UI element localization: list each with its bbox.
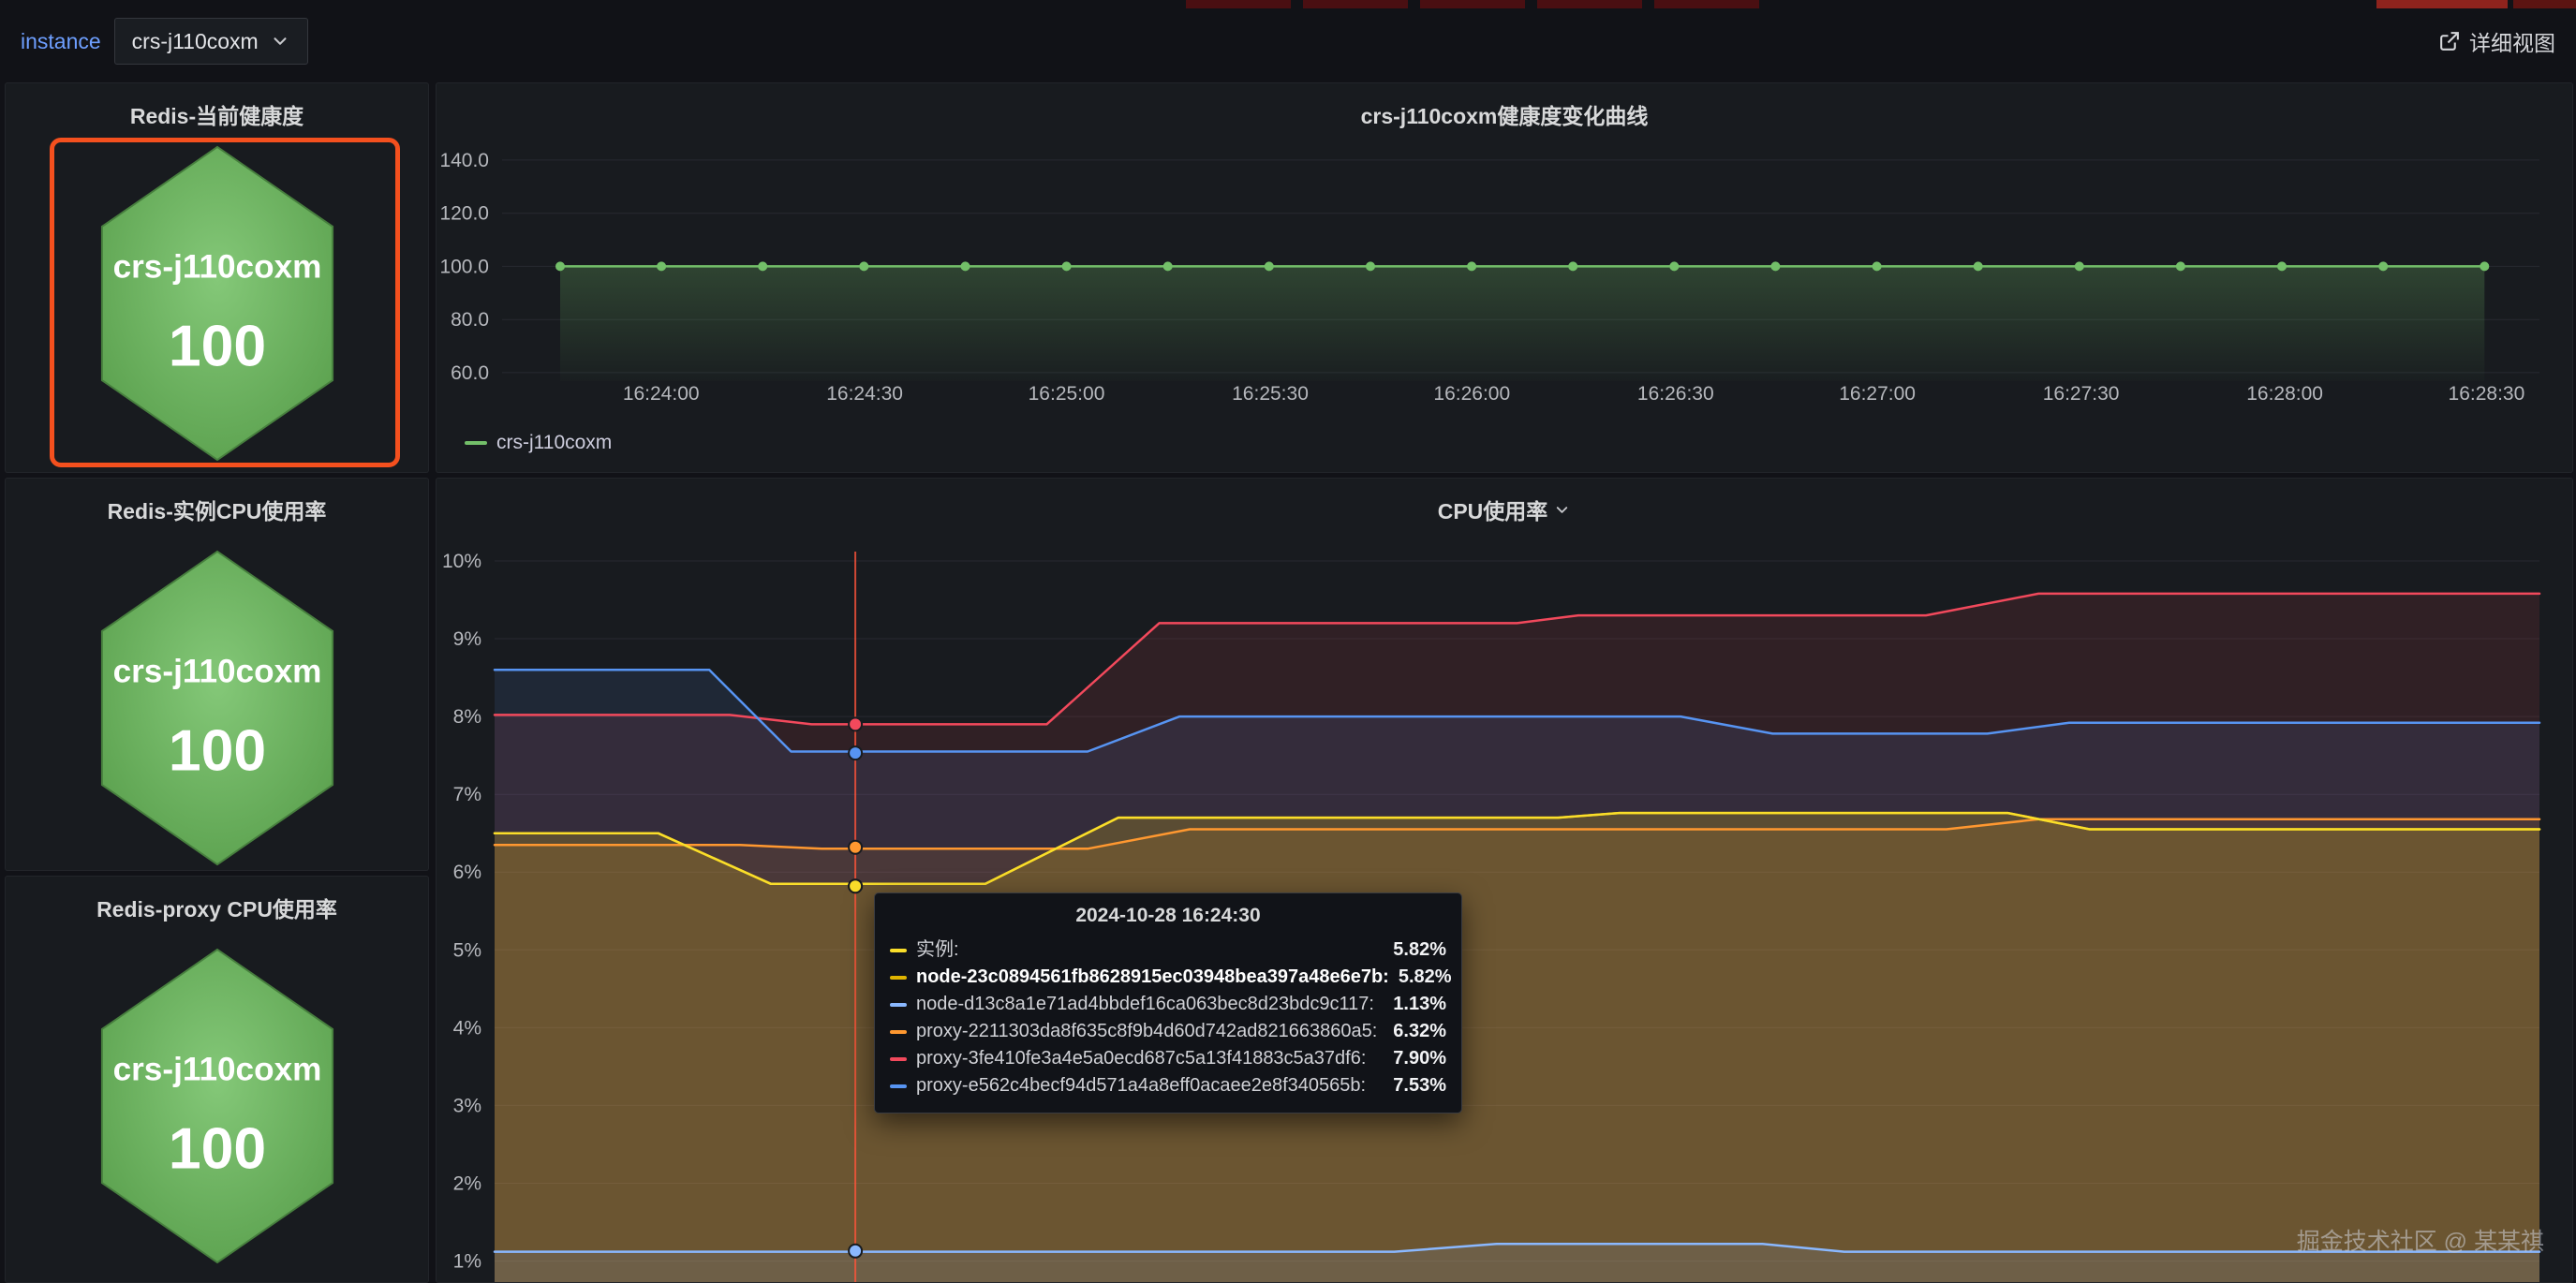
tooltip-series-label: proxy-3fe410fe3a4e5a0ecd687c5a13f41883c5… — [916, 1045, 1366, 1072]
svg-text:6%: 6% — [453, 862, 481, 883]
svg-text:60.0: 60.0 — [451, 362, 489, 384]
tooltip-series-value: 5.82% — [1399, 964, 1452, 991]
tooltip-series-value: 5.82% — [1393, 936, 1446, 964]
cutoff-panel — [1303, 0, 1408, 8]
hexagon-stat[interactable]: crs-j110coxm 100 — [98, 946, 336, 1266]
panel-redis-current-health: Redis-当前健康度 crs-j110coxm 100 — [5, 82, 429, 473]
health-line-chart: 140.0 120.0 100.0 80.0 60.0 16:24:00 16:24:30 1… — [437, 83, 2574, 472]
tooltip-series-value: 6.32% — [1393, 1018, 1446, 1045]
svg-text:16:24:30: 16:24:30 — [826, 383, 903, 405]
tooltip-row: proxy-e562c4becf94d571a4a8eff0acaee2e8f3… — [890, 1072, 1446, 1099]
tooltip-series-label: 实例: — [916, 936, 959, 964]
hexagon-shape[interactable] — [102, 552, 333, 864]
panel-redis-proxy-cpu: Redis-proxy CPU使用率 crs-j110coxm 100 — [5, 876, 429, 1283]
cutoff-panel — [2376, 0, 2508, 8]
svg-text:2%: 2% — [453, 1173, 481, 1195]
svg-text:16:24:00: 16:24:00 — [623, 383, 700, 405]
svg-text:16:28:30: 16:28:30 — [2449, 383, 2525, 405]
svg-text:140.0: 140.0 — [439, 150, 489, 171]
detail-view-label: 详细视图 — [2469, 25, 2555, 57]
svg-text:16:27:00: 16:27:00 — [1839, 383, 1916, 405]
series-color-dash — [890, 976, 907, 980]
legend-item[interactable]: crs-j110coxm — [465, 432, 612, 454]
tooltip-series-label: node-23c0894561fb8628915ec03948bea397a48… — [916, 964, 1389, 991]
tooltip-timestamp: 2024-10-28 16:24:30 — [890, 905, 1446, 927]
chart-tooltip: 2024-10-28 16:24:30 实例:5.82%node-23c0894… — [874, 892, 1462, 1113]
cutoff-panel — [2513, 0, 2576, 8]
panel-health-curve: crs-j110coxm健康度变化曲线 140.0120.0100.080.06… — [436, 82, 2573, 473]
hexagon-shape[interactable] — [102, 950, 333, 1262]
panel-title[interactable]: Redis-当前健康度 — [6, 98, 428, 130]
series-color-dash — [890, 1003, 907, 1007]
tooltip-row: node-d13c8a1e71ad4bbdef16ca063bec8d23bdc… — [890, 991, 1446, 1018]
hexagon-value: 100 — [169, 313, 266, 378]
watermark: 掘金技术社区 @ 某某祺 — [2297, 1223, 2544, 1257]
panel-title[interactable]: Redis-实例CPU使用率 — [6, 494, 428, 525]
svg-text:80.0: 80.0 — [451, 309, 489, 331]
series-color-dash — [890, 1057, 907, 1061]
instance-variable-value: crs-j110coxm — [132, 29, 259, 54]
tooltip-series-label: node-d13c8a1e71ad4bbdef16ca063bec8d23bdc… — [916, 991, 1374, 1018]
svg-text:8%: 8% — [453, 706, 481, 728]
hexagon-value: 100 — [169, 1115, 266, 1181]
legend-color-dash — [465, 441, 487, 445]
series-color-dash — [890, 949, 907, 952]
svg-text:16:26:30: 16:26:30 — [1637, 383, 1714, 405]
tooltip-rows: 实例: 5.82%node-23c0894561fb8628915ec03948b… — [890, 936, 1446, 1099]
svg-text:4%: 4% — [453, 1017, 481, 1039]
hexagon-stat[interactable]: crs-j110coxm 100 — [98, 143, 336, 464]
panel-cpu-usage: CPU使用率 10%9%8%7%6%5%4%3%2%1% — [436, 478, 2573, 1283]
instance-variable-dropdown[interactable]: crs-j110coxm — [114, 18, 308, 65]
svg-text:16:26:00: 16:26:00 — [1433, 383, 1510, 405]
svg-text:16:25:00: 16:25:00 — [1029, 383, 1105, 405]
grafana-dashboard: instance crs-j110coxm 详细视图 Redis-当前健康度 — [0, 0, 2576, 1283]
cutoff-panel — [1654, 0, 1759, 8]
svg-text:100.0: 100.0 — [439, 256, 489, 277]
detail-view-link[interactable]: 详细视图 — [2437, 25, 2555, 57]
hexagon-label: crs-j110coxm — [113, 1052, 322, 1088]
panel-title[interactable]: Redis-proxy CPU使用率 — [6, 892, 428, 923]
tooltip-row: 实例: 5.82% — [890, 936, 1446, 964]
hexagon-label: crs-j110coxm — [113, 249, 322, 286]
cutoff-row-strip — [0, 0, 2576, 9]
tooltip-row: node-23c0894561fb8628915ec03948bea397a48… — [890, 964, 1446, 991]
cutoff-panel — [1420, 0, 1525, 8]
external-link-icon — [2437, 30, 2461, 53]
svg-text:5%: 5% — [453, 939, 481, 961]
svg-text:16:27:30: 16:27:30 — [2043, 383, 2120, 405]
panel-redis-instance-cpu: Redis-实例CPU使用率 crs-j110coxm 100 — [5, 478, 429, 871]
tooltip-row: proxy-2211303da8f635c8f9b4d60d742ad82166… — [890, 1018, 1446, 1045]
series-color-dash — [890, 1084, 907, 1088]
variable-label: instance — [21, 29, 101, 54]
svg-text:16:28:00: 16:28:00 — [2246, 383, 2323, 405]
tooltip-row: proxy-3fe410fe3a4e5a0ecd687c5a13f41883c5… — [890, 1045, 1446, 1072]
top-bar: instance crs-j110coxm 详细视图 — [0, 0, 2576, 82]
hexagon-label: crs-j110coxm — [113, 654, 322, 690]
legend-label: crs-j110coxm — [496, 432, 612, 454]
hexagon-value: 100 — [169, 717, 266, 783]
svg-text:10%: 10% — [442, 551, 481, 572]
tooltip-series-value: 7.53% — [1393, 1072, 1446, 1099]
svg-text:16:25:30: 16:25:30 — [1232, 383, 1309, 405]
cpu-line-chart: 10% 9% 8% 7% 6% 5% 4% 3% 2% 1% — [437, 479, 2574, 1282]
svg-text:1%: 1% — [453, 1251, 481, 1273]
cutoff-panel — [1537, 0, 1642, 8]
svg-text:120.0: 120.0 — [439, 203, 489, 225]
cutoff-panel — [1186, 0, 1291, 8]
hexagon-stat[interactable]: crs-j110coxm 100 — [98, 548, 336, 868]
svg-text:9%: 9% — [453, 628, 481, 650]
tooltip-series-value: 1.13% — [1393, 991, 1446, 1018]
svg-text:7%: 7% — [453, 784, 481, 805]
chevron-down-icon — [270, 31, 290, 52]
tooltip-series-label: proxy-2211303da8f635c8f9b4d60d742ad82166… — [916, 1018, 1377, 1045]
tooltip-series-value: 7.90% — [1393, 1045, 1446, 1072]
hexagon-shape[interactable] — [102, 147, 333, 460]
tooltip-series-label: proxy-e562c4becf94d571a4a8eff0acaee2e8f3… — [916, 1072, 1366, 1099]
series-color-dash — [890, 1030, 907, 1034]
svg-text:3%: 3% — [453, 1095, 481, 1116]
